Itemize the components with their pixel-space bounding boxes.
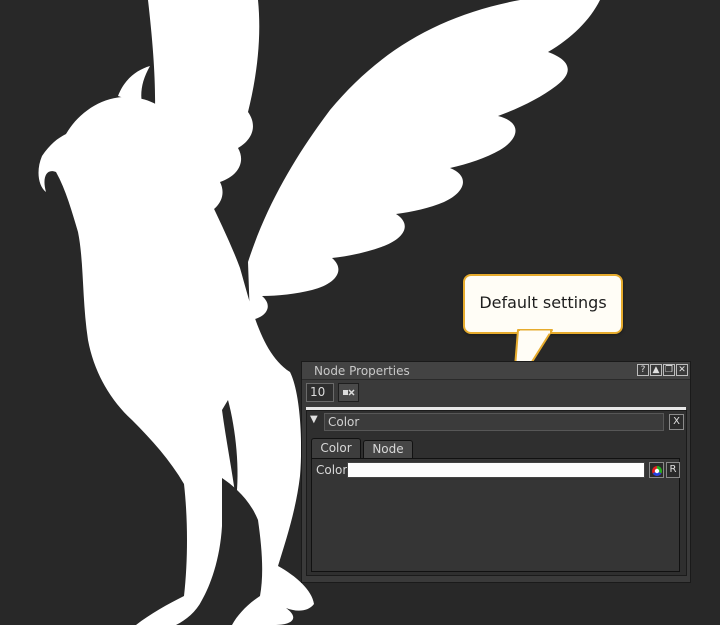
color-picker-button[interactable] (649, 462, 664, 478)
tab-node[interactable]: Node (363, 440, 413, 458)
color-wheel-icon (652, 466, 662, 476)
panel-title: Node Properties (314, 364, 410, 378)
tab-content: Color R (311, 458, 680, 572)
node-group: ▼ Color X Color Node Color R (306, 410, 687, 576)
float-icon[interactable]: ▲ (650, 364, 662, 376)
node-properties-panel: Node Properties ? ▲ ❐ ✕ 10 ▼ Color X Col… (301, 361, 691, 583)
max-panels-input[interactable]: 10 (306, 383, 334, 402)
help-icon[interactable]: ? (637, 364, 649, 376)
color-value-swatch[interactable] (347, 462, 645, 478)
remove-node-button[interactable]: X (669, 414, 684, 430)
node-group-header: ▼ Color X (307, 411, 686, 433)
panel-toolbar: 10 (302, 380, 690, 406)
close-panel-icon[interactable]: ✕ (676, 364, 688, 376)
restore-icon[interactable]: ❐ (663, 364, 675, 376)
reset-color-button[interactable]: R (666, 462, 680, 478)
callout-box: Default settings (463, 274, 623, 334)
clear-panels-button[interactable] (338, 383, 359, 402)
tab-color[interactable]: Color (311, 438, 361, 458)
titlebar-icons: ? ▲ ❐ ✕ (637, 364, 688, 376)
node-name-field[interactable]: Color (324, 413, 664, 431)
callout-text: Default settings (479, 293, 607, 312)
color-knob-label: Color (316, 463, 348, 477)
panel-titlebar[interactable]: Node Properties ? ▲ ❐ ✕ (302, 362, 690, 380)
clear-icon (343, 389, 355, 396)
collapse-arrow-icon[interactable]: ▼ (310, 414, 318, 425)
